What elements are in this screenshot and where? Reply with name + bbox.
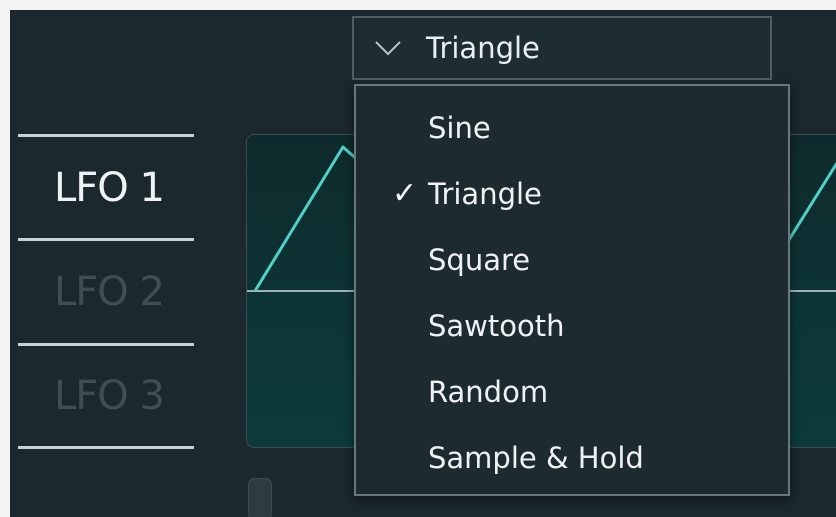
menu-item-random[interactable]: Random (356, 360, 788, 424)
rate-slider-handle[interactable] (248, 478, 272, 517)
menu-item-sawtooth[interactable]: Sawtooth (356, 294, 788, 358)
lfo-panel: LFO 1 LFO 2 LFO 3 Triangle Sine ✓ Triang… (10, 10, 836, 517)
menu-item-label: Sine (428, 111, 491, 145)
menu-item-square[interactable]: Square (356, 228, 788, 292)
tab-lfo-3[interactable]: LFO 3 (54, 366, 194, 426)
shape-menu: Sine ✓ Triangle Square Sawtooth Random S… (354, 84, 790, 496)
tab-lfo-1[interactable]: LFO 1 (54, 158, 194, 218)
tab-lfo-2[interactable]: LFO 2 (54, 262, 194, 322)
menu-item-label: Triangle (428, 177, 542, 211)
tab-divider (18, 238, 194, 241)
chevron-down-icon (375, 41, 401, 56)
menu-item-label: Sawtooth (428, 309, 565, 343)
menu-item-label: Sample & Hold (428, 441, 644, 475)
checkmark-icon: ✓ (392, 176, 418, 211)
menu-item-triangle[interactable]: ✓ Triangle (356, 162, 788, 226)
tab-divider (18, 134, 194, 137)
tab-divider (18, 446, 194, 449)
menu-item-label: Random (428, 375, 549, 409)
tab-divider (18, 343, 194, 346)
shape-dropdown-value: Triangle (426, 31, 540, 65)
menu-item-label: Square (428, 243, 531, 277)
shape-dropdown[interactable]: Triangle (352, 16, 772, 80)
menu-item-sample-and-hold[interactable]: Sample & Hold (356, 426, 788, 490)
menu-item-sine[interactable]: Sine (356, 96, 788, 160)
